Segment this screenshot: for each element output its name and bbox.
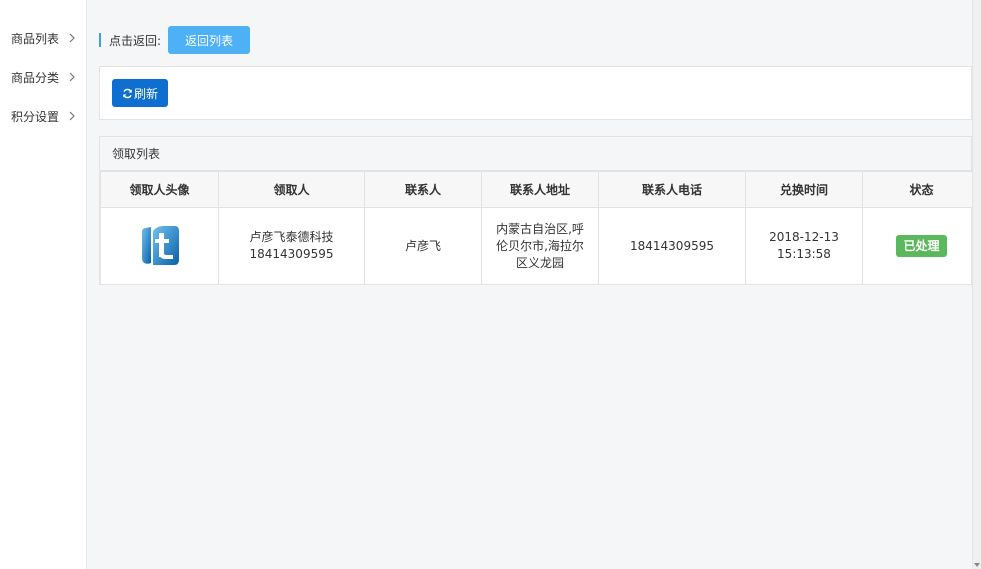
accent-bar [99, 33, 101, 47]
avatar-cell [100, 207, 219, 285]
refresh-icon [123, 88, 132, 98]
scroll-down-icon[interactable] [974, 563, 980, 567]
avatar [141, 226, 179, 265]
back-label: 点击返回: [109, 33, 162, 48]
sidebar-item-label: 商品分类 [11, 70, 60, 85]
chevron-right-icon [69, 33, 75, 43]
recipient-name: 卢彦飞泰德科技 [249, 230, 334, 244]
column-header: 领取人头像 [100, 171, 219, 208]
address-cell: 内蒙古自治区,呼伦贝尔市,海拉尔区义龙园 [481, 207, 599, 285]
back-row: 点击返回: 返回列表 [99, 26, 251, 54]
sidebar-item-goods-list[interactable]: 商品列表 [0, 28, 86, 48]
recipient-phone: 18414309595 [249, 247, 334, 261]
sidebar-item-points-settings[interactable]: 积分设置 [0, 106, 86, 126]
sidebar-item-label: 商品列表 [11, 31, 60, 46]
column-header: 联系人 [364, 171, 482, 208]
panel-title: 领取列表 [100, 137, 971, 171]
table-header-row: 领取人头像 领取人 联系人 联系人地址 联系人电话 兑换时间 状态 [100, 171, 981, 208]
refresh-label: 刷新 [133, 86, 158, 101]
phone-cell: 18414309595 [598, 207, 746, 285]
exchange-time-cell: 2018-12-13 15:13:58 [745, 207, 863, 285]
exchange-time: 15:13:58 [777, 247, 831, 261]
exchange-date: 2018-12-13 [769, 230, 839, 244]
column-header: 状态 [862, 171, 981, 208]
scrollbar[interactable] [972, 0, 981, 569]
status-badge: 已处理 [896, 235, 947, 257]
column-header: 联系人电话 [598, 171, 746, 208]
sidebar: 商品列表 商品分类 积分设置 [0, 0, 87, 569]
claim-list-panel: 领取列表 领取人头像 领取人 联系人 联系人地址 联系人电话 兑换时间 状态 卢… [99, 136, 981, 285]
refresh-button[interactable]: 刷新 [112, 79, 168, 107]
chevron-right-icon [69, 111, 75, 121]
column-header: 领取人 [218, 171, 365, 208]
table-row: 卢彦飞泰德科技 18414309595 卢彦飞 内蒙古自治区,呼伦贝尔市,海拉尔… [100, 207, 981, 285]
sidebar-item-goods-category[interactable]: 商品分类 [0, 67, 86, 87]
claim-table: 领取人头像 领取人 联系人 联系人地址 联系人电话 兑换时间 状态 卢彦飞泰德科… [100, 171, 981, 285]
column-header: 兑换时间 [745, 171, 863, 208]
contact-cell: 卢彦飞 [364, 207, 482, 285]
chevron-right-icon [69, 72, 75, 82]
back-to-list-button[interactable]: 返回列表 [168, 26, 251, 54]
column-header: 联系人地址 [481, 171, 599, 208]
recipient-cell: 卢彦飞泰德科技 18414309595 [218, 207, 365, 285]
main-content: 点击返回: 返回列表 刷新 领取列表 领取人头像 领取人 联系人 联系人地址 联… [87, 0, 981, 569]
sidebar-item-label: 积分设置 [11, 109, 60, 124]
toolbar-panel: 刷新 [99, 66, 972, 120]
status-cell: 已处理 [862, 207, 981, 285]
